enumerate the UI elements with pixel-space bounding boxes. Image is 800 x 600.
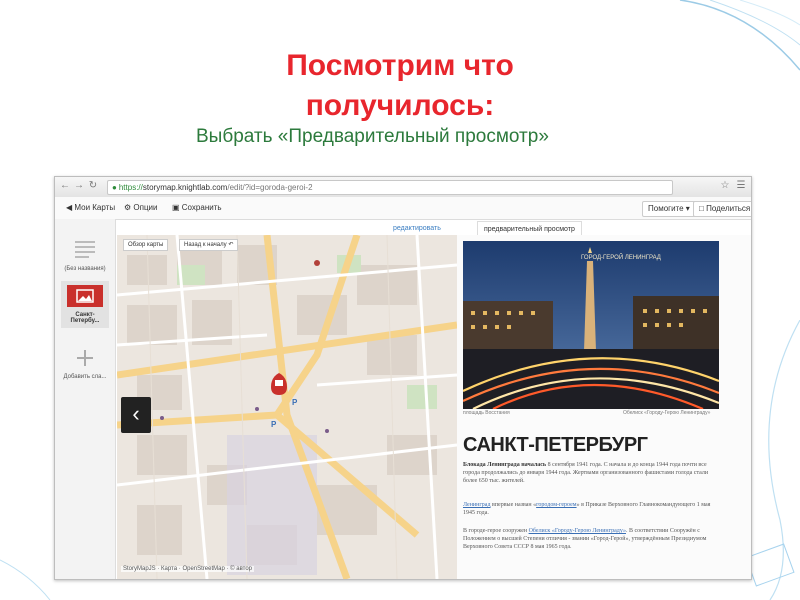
slide-decoration-topright (679, 0, 800, 71)
map-overview-button[interactable]: Обзор карты (123, 239, 169, 251)
slide-list: (Без названия) Санкт-Петербу... Добавить… (55, 219, 116, 579)
back-to-start-label: Назад к началу (184, 242, 227, 248)
add-slide-button[interactable]: Добавить сла... (61, 347, 109, 380)
slide-title-line2: получилось: (305, 89, 495, 122)
photo-caption-right: Обелиск «Городу-Герою Ленинграду» (623, 410, 711, 416)
browser-screenshot: ← → ↻ ● https://storymap.knightlab.com/ed… (54, 176, 752, 580)
gear-icon: ⚙ (124, 203, 134, 212)
save-icon: ▣ (172, 203, 182, 212)
map-view[interactable]: PP Обзор карты Назад к началу ↶ (117, 235, 457, 579)
story-p2-mid: впервые назван « (490, 502, 537, 508)
slide-title: Посмотрим что получилось: (200, 46, 600, 126)
lock-icon: ● (112, 183, 117, 192)
forward-icon[interactable]: → (73, 180, 85, 192)
options-label: Опции (133, 203, 158, 212)
star-icon[interactable]: ☆ (719, 180, 731, 192)
reload-icon[interactable]: ↻ (87, 180, 99, 192)
my-maps-button[interactable]: ◀ Мои Карты (61, 201, 120, 215)
svg-text:P: P (271, 420, 277, 429)
share-button[interactable]: □ Поделиться (693, 201, 751, 217)
address-bar[interactable]: ● https://storymap.knightlab.com/edit/?id… (107, 180, 673, 195)
menu-icon[interactable]: ☰ (735, 180, 747, 192)
help-button[interactable]: Помогите ▾ (642, 201, 696, 217)
slide-list-item-label: Добавить сла... (63, 374, 107, 380)
back-to-start-button[interactable]: Назад к началу ↶ (179, 239, 239, 251)
help-label: Помогите (648, 204, 684, 213)
save-button[interactable]: ▣ Сохранить (167, 201, 227, 215)
slide-title-line1: Посмотрим что (286, 49, 514, 82)
story-panel: ГОРОД-ГЕРОЙ ЛЕНИНГРАД площадь Восстания … (457, 235, 751, 579)
chevron-left-icon: ‹ (132, 401, 140, 426)
my-maps-label: Мои Карты (74, 203, 116, 212)
story-link-leningrad[interactable]: Ленинград (463, 502, 491, 508)
text-slide-icon (75, 241, 95, 258)
story-p1-lead: Блокада Ленинграда началась (463, 462, 547, 468)
url-path: /edit/?id=goroda-geroi-2 (227, 183, 313, 192)
story-heading: САНКТ-ПЕТЕРБУРГ (463, 434, 648, 456)
share-label: Поделиться (706, 204, 751, 213)
app-toolbar: ◀ Мои Карты ⚙ Опции ▣ Сохранить Помогите… (55, 197, 751, 220)
options-button[interactable]: ⚙ Опции (119, 201, 162, 215)
slide-subtitle: Выбрать «Предварительный просмотр» (196, 126, 549, 147)
slide-list-item-label: (Без названия) (64, 266, 106, 272)
story-link-hero-city[interactable]: городом-героем (536, 502, 576, 508)
url-scheme: https:// (118, 183, 143, 192)
caret-down-icon: ▾ (683, 204, 690, 213)
slide-list-item-title[interactable]: (Без названия) (61, 239, 109, 272)
photo-banner-text: ГОРОД-ГЕРОЙ ЛЕНИНГРАД (581, 253, 661, 261)
map-tiles: PP (117, 235, 457, 579)
previous-slide-button[interactable]: ‹ (121, 397, 151, 433)
story-paragraph-3: В городе-герое сооружен Обелиск «Городу-… (463, 527, 719, 551)
map-attribution: StoryMapJS · Картa · OpenStreetMap · © а… (121, 566, 254, 572)
share-icon: □ (699, 204, 707, 213)
image-slide-icon (67, 285, 103, 307)
save-label: Сохранить (181, 203, 222, 212)
slide-list-item-spb[interactable]: Санкт-Петербу... (61, 281, 109, 328)
url-host: storymap.knightlab.com (142, 183, 228, 192)
browser-toolbar: ← → ↻ ● https://storymap.knightlab.com/ed… (55, 177, 751, 198)
photo-illustration: ГОРОД-ГЕРОЙ ЛЕНИНГРАД (463, 241, 719, 409)
photo-caption-left: площадь Восстания (463, 410, 510, 416)
back-icon[interactable]: ← (59, 180, 71, 192)
story-link-obelisk[interactable]: Обелиск «Городу-Герою Ленинграду» (529, 528, 626, 534)
slide-decoration-bottomleft (0, 559, 51, 600)
story-paragraph-2: Ленинград впервые назван «городом-героем… (463, 501, 719, 517)
svg-text:P: P (292, 398, 298, 407)
undo-arrow-icon: ↶ (228, 242, 234, 248)
slide-photo: ГОРОД-ГЕРОЙ ЛЕНИНГРАД (463, 241, 719, 409)
story-paragraph-1: Блокада Ленинграда началась 8 сентября 1… (463, 461, 719, 485)
plus-icon (77, 350, 93, 366)
slide-list-item-label: Санкт-Петербу... (70, 312, 100, 324)
story-p3-start: В городе-герое сооружен (463, 528, 529, 534)
